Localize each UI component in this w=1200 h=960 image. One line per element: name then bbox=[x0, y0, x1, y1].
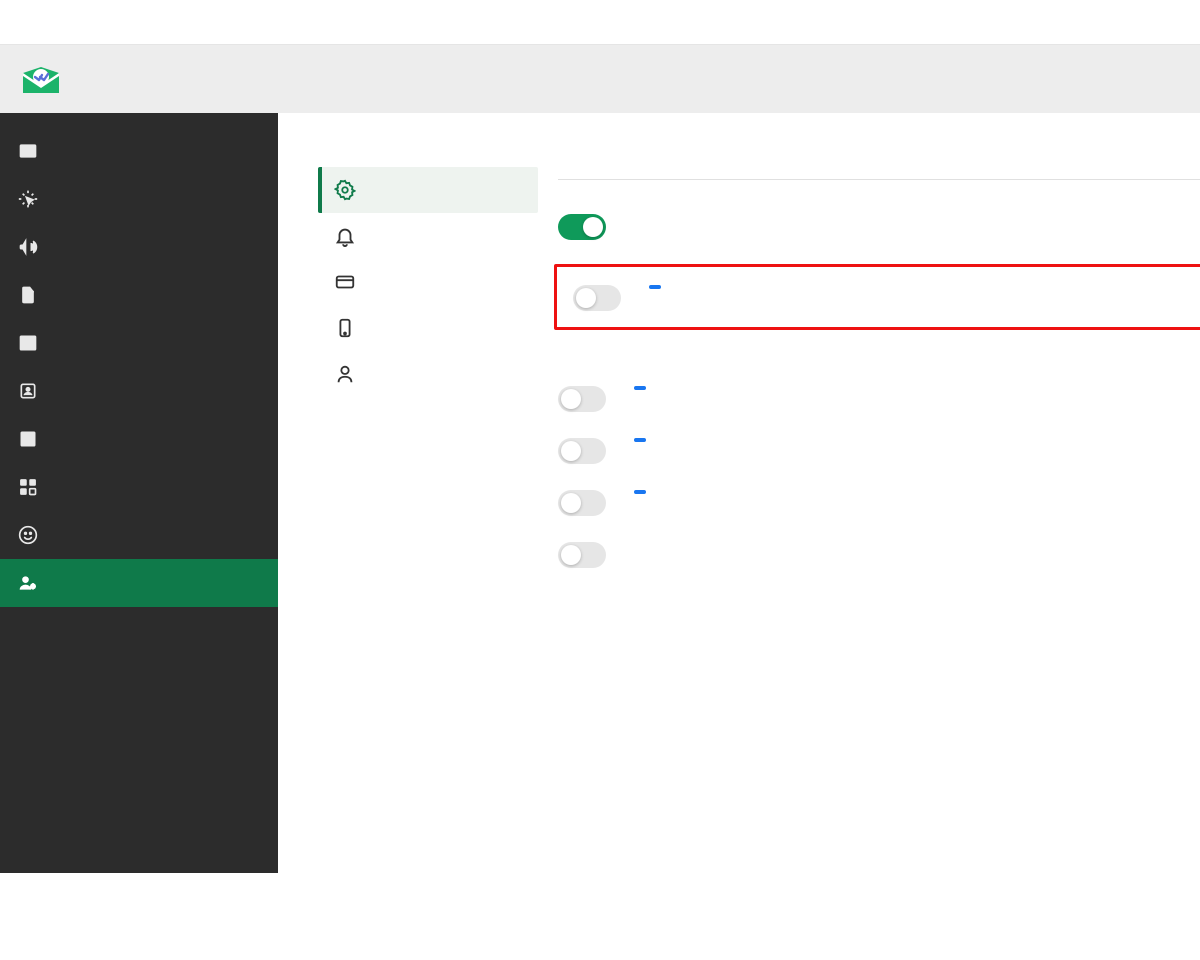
click-icon bbox=[18, 189, 38, 209]
pro-badge bbox=[634, 438, 646, 442]
account-settings-icon bbox=[18, 573, 38, 593]
setting-track-emails bbox=[558, 214, 1200, 240]
setting-activity-dashboard bbox=[558, 490, 1200, 516]
logo-mark-icon bbox=[20, 67, 62, 95]
sidebar-item-templates[interactable] bbox=[0, 415, 278, 463]
sidebar bbox=[0, 113, 278, 873]
sidebar-item-email-tracking[interactable] bbox=[0, 127, 278, 175]
envelope-icon bbox=[18, 141, 38, 161]
brand-logo[interactable] bbox=[20, 67, 1180, 95]
bell-icon bbox=[334, 225, 356, 247]
document-icon bbox=[18, 285, 38, 305]
template-icon bbox=[18, 429, 38, 449]
toggle-incoming-indicator[interactable] bbox=[558, 542, 606, 568]
gear-icon bbox=[334, 179, 356, 201]
sidebar-item-team[interactable] bbox=[0, 511, 278, 559]
sidebar-item-campaigns[interactable] bbox=[0, 223, 278, 271]
sub-nav-settings[interactable] bbox=[318, 167, 538, 213]
sidebar-item-integrations[interactable] bbox=[0, 463, 278, 511]
pro-badge bbox=[649, 285, 661, 289]
setting-title bbox=[626, 490, 1200, 494]
megaphone-icon bbox=[18, 237, 38, 257]
setting-title bbox=[626, 386, 1200, 390]
pro-badge bbox=[634, 386, 646, 390]
contacts-icon bbox=[18, 381, 38, 401]
sub-nav-mobile[interactable] bbox=[318, 305, 538, 351]
settings-sub-nav bbox=[318, 167, 538, 397]
setting-track-clicks bbox=[554, 264, 1200, 330]
pro-badge bbox=[634, 490, 646, 494]
setting-title bbox=[626, 438, 1200, 442]
sub-nav-notifications[interactable] bbox=[318, 213, 538, 259]
integrations-icon bbox=[18, 477, 38, 497]
person-icon bbox=[334, 363, 356, 385]
card-icon bbox=[334, 271, 356, 293]
setting-full-history bbox=[558, 438, 1200, 464]
header bbox=[0, 44, 1200, 113]
panel-title bbox=[558, 167, 1200, 180]
sidebar-item-click-report[interactable] bbox=[0, 175, 278, 223]
sidebar-item-email-productivity[interactable] bbox=[0, 319, 278, 367]
settings-panel bbox=[558, 167, 1200, 594]
toggle-remove-signature[interactable] bbox=[558, 386, 606, 412]
toggle-activity-dashboard[interactable] bbox=[558, 490, 606, 516]
team-icon bbox=[18, 525, 38, 545]
toggle-track-clicks[interactable] bbox=[573, 285, 621, 311]
sidebar-item-contacts[interactable] bbox=[0, 367, 278, 415]
top-strip bbox=[0, 0, 1200, 44]
setting-title bbox=[641, 285, 1185, 289]
sub-nav-account[interactable] bbox=[318, 351, 538, 397]
setting-remove-signature bbox=[558, 386, 1200, 412]
toggle-track-emails[interactable] bbox=[558, 214, 606, 240]
chart-icon bbox=[18, 333, 38, 353]
toggle-full-history[interactable] bbox=[558, 438, 606, 464]
setting-incoming-indicator bbox=[558, 542, 1200, 568]
sub-nav-subscription[interactable] bbox=[318, 259, 538, 305]
sidebar-item-account-settings[interactable] bbox=[0, 559, 278, 607]
sidebar-item-documents[interactable] bbox=[0, 271, 278, 319]
mobile-icon bbox=[334, 317, 356, 339]
main-content bbox=[278, 113, 1200, 873]
